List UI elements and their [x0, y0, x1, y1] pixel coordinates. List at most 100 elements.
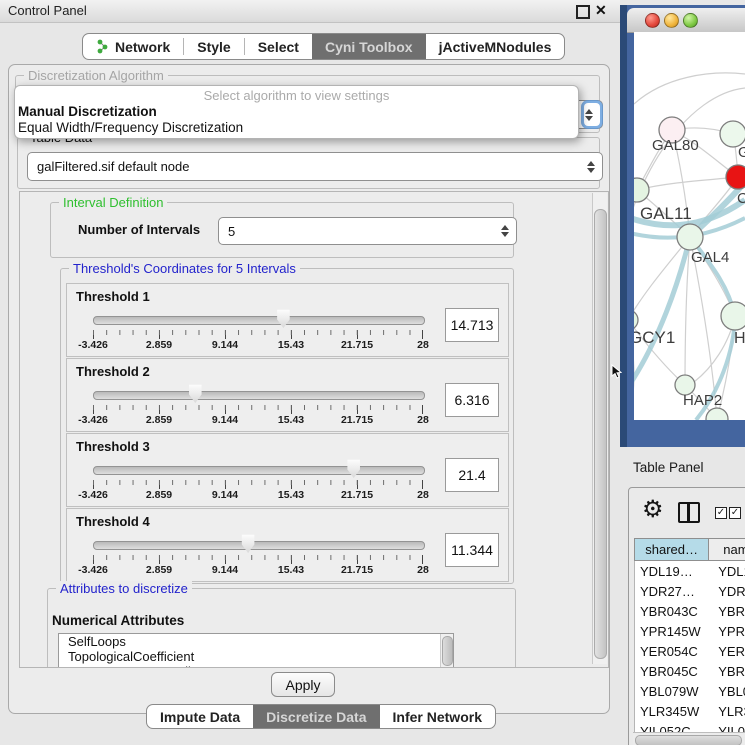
table-cell[interactable]: YPR1 [709, 624, 745, 639]
close-traffic-light[interactable] [645, 13, 660, 28]
network-node[interactable] [721, 302, 745, 330]
table-cell[interactable]: YDL19… [635, 564, 709, 579]
slider-track[interactable] [93, 541, 425, 550]
slider-thumb[interactable] [346, 459, 361, 478]
network-graph [634, 32, 745, 420]
list-scrollbar[interactable] [440, 634, 453, 668]
tab-discretize-data[interactable]: Discretize Data [253, 705, 379, 728]
node-label-partial: G [738, 144, 745, 161]
table-row[interactable]: YLR345WYLR3 [635, 701, 745, 721]
settings-scrollbar[interactable] [592, 193, 607, 664]
slider-track[interactable] [93, 466, 425, 475]
threshold-value-field[interactable]: 21.4 [445, 458, 499, 492]
scrollbar-thumb[interactable] [635, 735, 742, 745]
tab-style[interactable]: Style [184, 34, 243, 59]
table-row[interactable]: YBR043CYBR0 [635, 601, 745, 621]
threshold-slider[interactable]: -3.426 2.859 9.144 15.43 21.715 28 [93, 434, 423, 506]
list-item[interactable]: SelfLoops [59, 634, 453, 649]
group-title: Threshold's Coordinates for 5 Intervals [69, 261, 300, 276]
table-cell[interactable]: YBL0 [709, 684, 745, 699]
network-node-selected[interactable] [726, 165, 745, 189]
combo-stepper[interactable] [501, 225, 509, 237]
table-cell[interactable]: YPR145W [635, 624, 709, 639]
network-canvas[interactable]: GAL80 G C GAL11 GAL4 GCY1 H HAP2 [634, 32, 745, 420]
dropdown-option-equal-width-frequency[interactable]: Equal Width/Frequency Discretization [15, 120, 578, 136]
minimize-traffic-light[interactable] [664, 13, 679, 28]
slider-thumb[interactable] [241, 534, 256, 553]
table-cell[interactable]: YLR345W [635, 704, 709, 719]
column-header-name[interactable]: name [709, 539, 745, 560]
tab-select[interactable]: Select [245, 34, 312, 59]
tab-jactivemnodules[interactable]: jActiveMNodules [426, 34, 565, 59]
group-title: Discretization Algorithm [24, 68, 168, 83]
window-edge [620, 5, 627, 447]
table-cell[interactable]: YER0 [709, 644, 745, 659]
table-row[interactable]: YER054CYER0 [635, 641, 745, 661]
scrollbar-thumb[interactable] [594, 209, 607, 659]
threshold-slider[interactable]: -3.426 2.859 9.144 15.43 21.715 28 [93, 359, 423, 431]
table-horizontal-scrollbar[interactable] [633, 732, 745, 745]
table-cell[interactable]: YBR0 [709, 664, 745, 679]
scrollbar-thumb[interactable] [442, 636, 453, 666]
slider-thumb[interactable] [188, 384, 203, 403]
slider-thumb[interactable] [276, 309, 291, 328]
apply-button[interactable]: Apply [271, 672, 335, 697]
table-row[interactable]: YDR27…YDR2 [635, 581, 745, 601]
table-row[interactable]: YBR045CYBR0 [635, 661, 745, 681]
tick-label: -3.426 [78, 414, 108, 426]
table-cell[interactable]: YDR2 [709, 584, 745, 599]
table-cell[interactable]: YLR3 [709, 704, 745, 719]
table-cell[interactable]: YDL1 [709, 564, 745, 579]
dropdown-hint-item: Select algorithm to view settings [15, 88, 578, 104]
arrow-up-icon [501, 225, 509, 230]
close-icon[interactable]: ✕ [595, 2, 607, 19]
interval-definition-group: Interval Definition Number of Intervals … [50, 202, 514, 258]
table-data-combobox[interactable]: galFiltered.sif default node [27, 152, 603, 181]
column-header-shared-name[interactable]: shared… [635, 539, 709, 560]
table-row[interactable]: YPR145WYPR1 [635, 621, 745, 641]
table-cell[interactable]: YBR0 [709, 604, 745, 619]
tab-infer-network[interactable]: Infer Network [380, 705, 495, 728]
threshold-value-field[interactable]: 6.316 [445, 383, 499, 417]
dropdown-option-manual-discretization[interactable]: Manual Discretization [15, 104, 578, 120]
float-window-icon[interactable] [576, 5, 590, 19]
control-panel-titlebar: Control Panel ✕ [0, 0, 620, 23]
table-data-group: Table Data galFiltered.sif default node [17, 137, 600, 189]
list-item[interactable]: BetweennessCentrality [59, 664, 453, 668]
apply-button-label: Apply [285, 677, 320, 693]
number-of-intervals-combobox[interactable]: 5 [218, 217, 517, 245]
tick-label: 28 [417, 339, 429, 351]
tab-label: Discretize Data [266, 709, 366, 725]
combo-stepper[interactable] [587, 161, 595, 173]
slider-track[interactable] [93, 316, 425, 325]
group-title: Attributes to discretize [56, 581, 192, 596]
threshold-slider[interactable]: -3.426 2.859 9.144 15.43 21.715 28 [93, 284, 423, 356]
table-row[interactable]: YDL19…YDL1 [635, 561, 745, 581]
threshold-value-field[interactable]: 14.713 [445, 308, 499, 342]
network-node-gcy1[interactable] [634, 310, 638, 330]
column-layout-icon[interactable] [678, 502, 700, 523]
table-cell[interactable]: YBR043C [635, 604, 709, 619]
tab-network[interactable]: Network [83, 34, 183, 59]
network-icon [96, 39, 109, 54]
tab-label: jActiveMNodules [439, 39, 552, 55]
threshold-slider[interactable]: -3.426 2.859 9.144 15.43 21.715 28 [93, 509, 423, 581]
threshold-value-field[interactable]: 11.344 [445, 533, 499, 567]
gear-icon[interactable]: ⚙ [642, 498, 664, 522]
arrow-up-icon [587, 161, 595, 166]
combo-value: galFiltered.sif default node [37, 159, 189, 174]
zoom-traffic-light[interactable] [683, 13, 698, 28]
table-row[interactable]: YBL079WYBL0 [635, 681, 745, 701]
table-cell[interactable]: YBL079W [635, 684, 709, 699]
slider-track[interactable] [93, 391, 425, 400]
checkbox-icon[interactable]: ✓ [729, 507, 741, 519]
combo-stepper[interactable] [584, 103, 600, 126]
tab-cyni-toolbox[interactable]: Cyni Toolbox [312, 34, 426, 59]
table-cell[interactable]: YBR045C [635, 664, 709, 679]
table-cell[interactable]: YER054C [635, 644, 709, 659]
tab-impute-data[interactable]: Impute Data [147, 705, 253, 728]
checkbox-icon[interactable]: ✓ [715, 507, 727, 519]
table-cell[interactable]: YDR27… [635, 584, 709, 599]
network-node-gal4[interactable] [677, 224, 703, 250]
list-item[interactable]: TopologicalCoefficient [59, 649, 453, 664]
